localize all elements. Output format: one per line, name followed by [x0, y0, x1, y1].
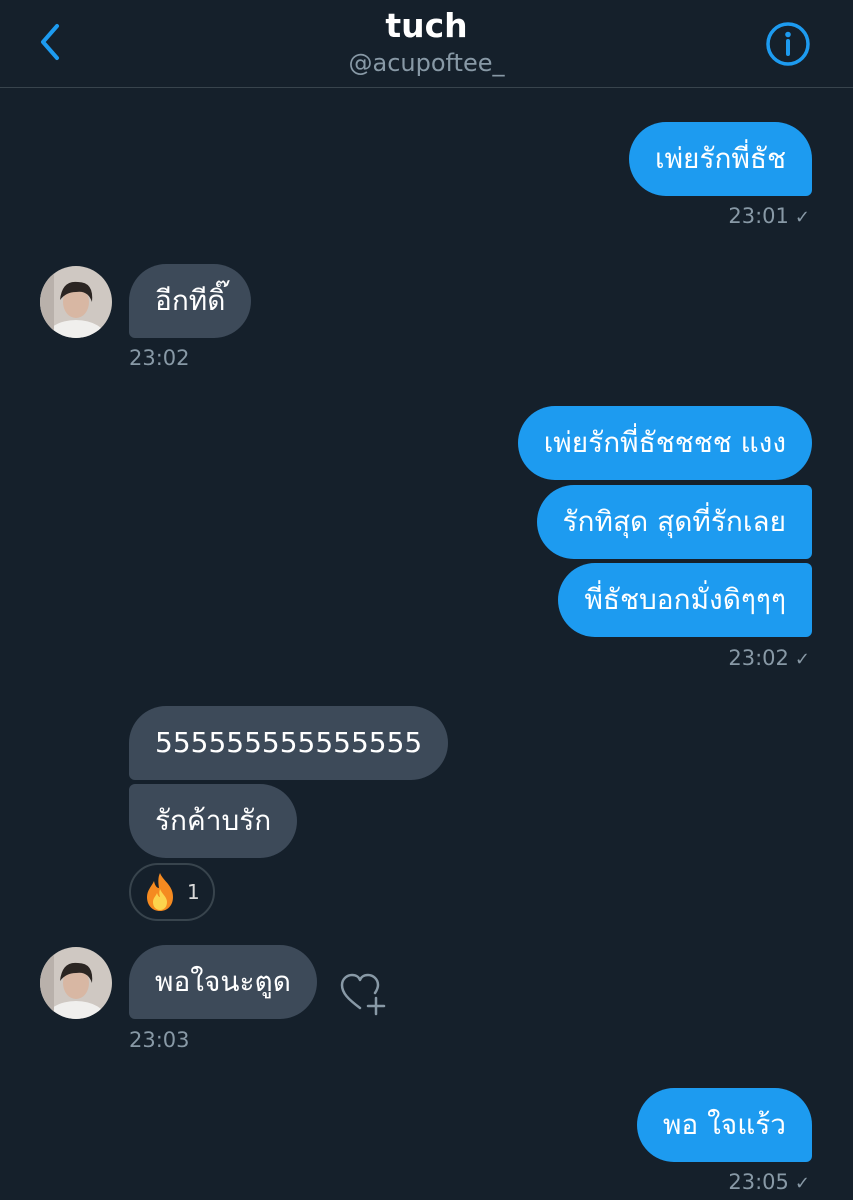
- fire-emoji: [147, 873, 173, 911]
- reaction-pill[interactable]: 1: [129, 863, 215, 921]
- check-icon: ✓: [794, 207, 810, 228]
- message-bubble-incoming[interactable]: อีกทีดิ๊: [129, 264, 252, 338]
- like-button[interactable]: [338, 968, 390, 1020]
- message-bubble-outgoing[interactable]: พอ ใจแร้ว: [636, 1088, 812, 1162]
- message-timestamp: 23:03: [129, 1028, 190, 1052]
- message-timestamp: 23:05 ✓: [728, 1168, 810, 1198]
- conversation-header: tuch @acupoftee_: [0, 0, 853, 88]
- contact-name: tuch: [385, 6, 468, 45]
- avatar-image: [40, 266, 112, 338]
- message-bubble-outgoing[interactable]: พี่ธัชบอกมั่งดิๆๆๆ: [558, 563, 812, 637]
- avatar-image: [40, 947, 112, 1019]
- message-bubble-incoming[interactable]: 555555555555555: [129, 706, 449, 780]
- avatar[interactable]: [40, 266, 112, 338]
- message-bubble-incoming[interactable]: พอใจนะตูด: [129, 945, 317, 1019]
- timestamp-text: 23:02: [728, 646, 789, 670]
- conversation-title-block[interactable]: tuch @acupoftee_: [0, 6, 853, 80]
- check-icon: ✓: [794, 649, 810, 670]
- message-bubble-outgoing[interactable]: รักทิสุด สุดที่รักเลย: [536, 485, 812, 559]
- reaction-count: 1: [187, 880, 200, 904]
- message-bubble-outgoing[interactable]: เพ่ยรักพี่ธัชชชช แงง: [517, 406, 812, 480]
- heart-plus-icon: [340, 973, 386, 1016]
- contact-handle: @acupoftee_: [348, 49, 505, 77]
- message-timestamp: 23:01 ✓: [728, 202, 810, 232]
- timestamp-text: 23:05: [728, 1170, 789, 1194]
- timestamp-text: 23:01: [728, 204, 789, 228]
- info-icon: [766, 22, 810, 66]
- info-button[interactable]: [764, 20, 812, 68]
- message-bubble-outgoing[interactable]: เพ่ยรักพี่ธัช: [629, 122, 812, 196]
- message-timestamp: 23:02: [129, 346, 190, 370]
- check-icon: ✓: [794, 1173, 810, 1194]
- message-timestamp: 23:02 ✓: [728, 644, 810, 674]
- avatar[interactable]: [40, 947, 112, 1019]
- message-bubble-incoming[interactable]: รักค้าบรัก: [129, 784, 298, 858]
